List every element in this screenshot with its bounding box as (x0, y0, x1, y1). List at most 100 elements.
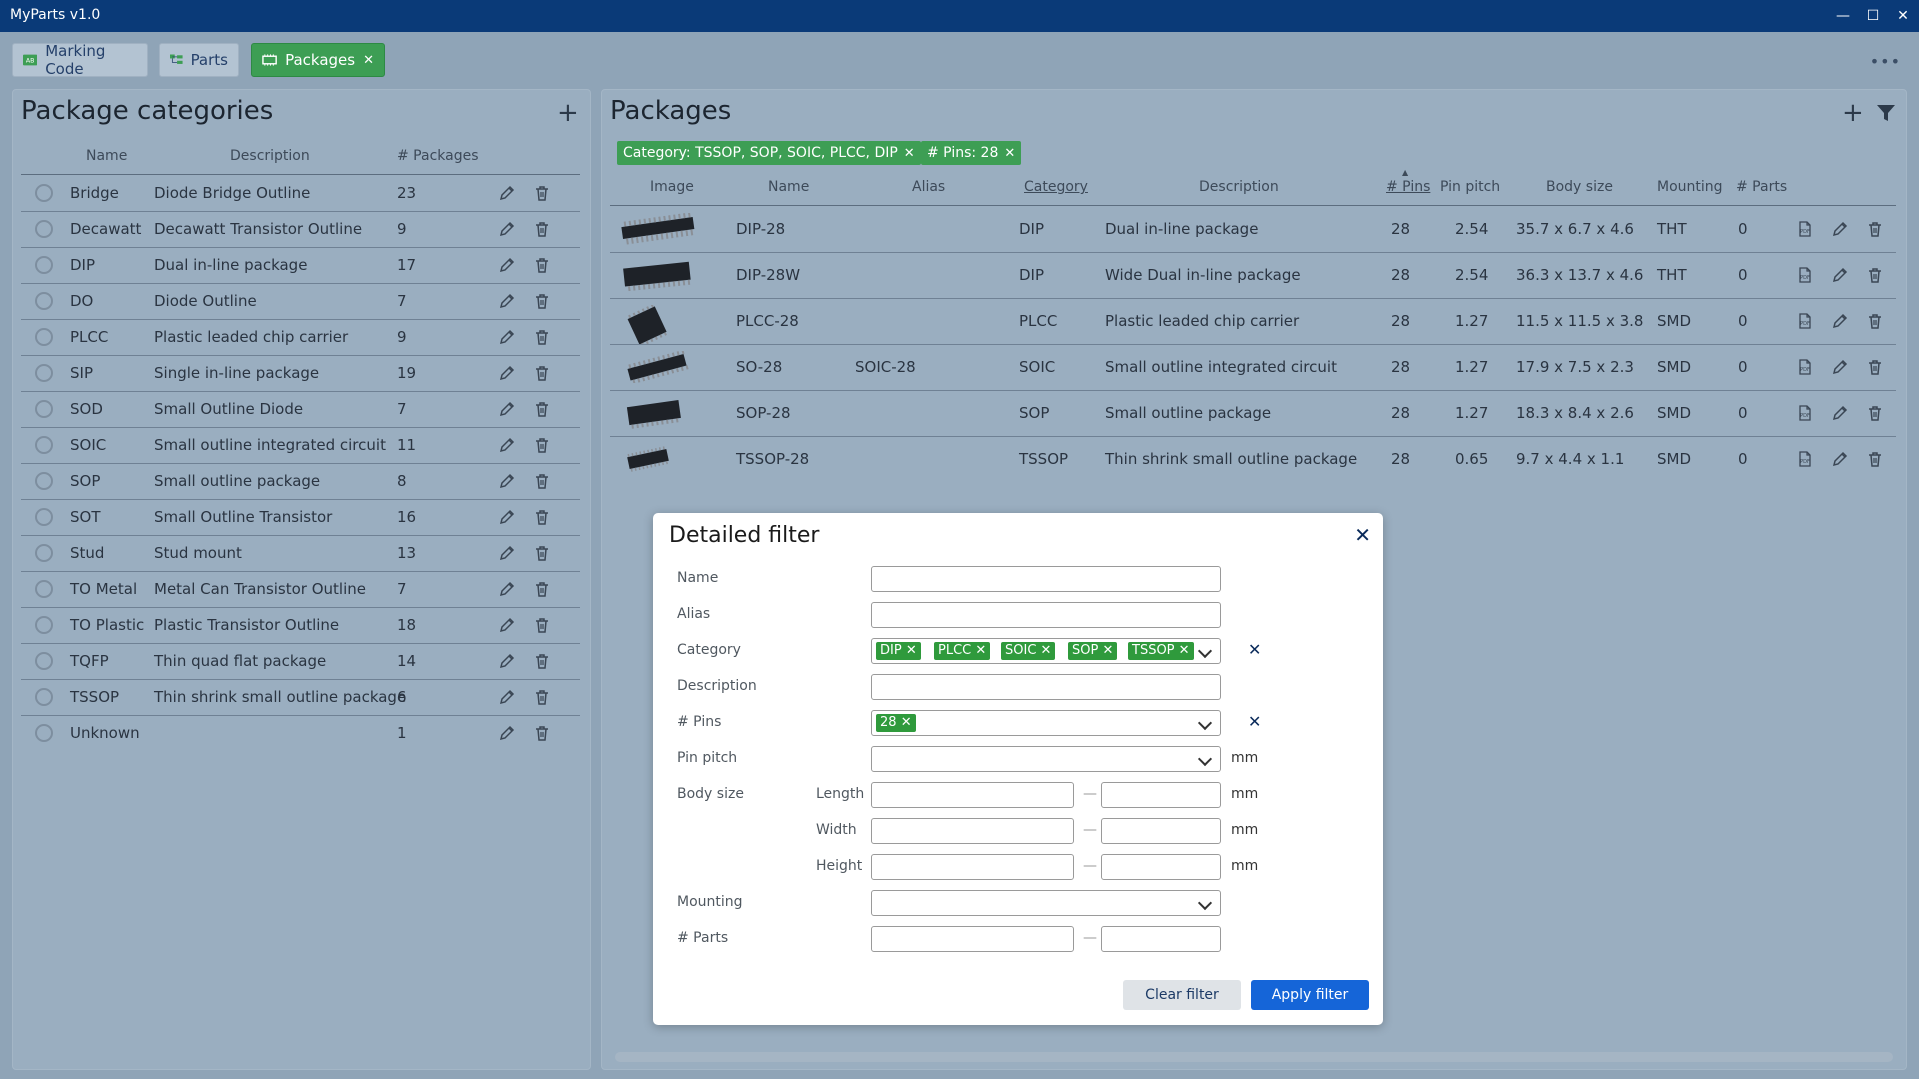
remove-chip-icon[interactable]: ✕ (1102, 643, 1113, 658)
tab-packages[interactable]: Packages ✕ (251, 43, 385, 77)
delete-icon[interactable] (534, 653, 550, 669)
remove-chip-icon[interactable]: ✕ (906, 643, 917, 658)
delete-icon[interactable] (534, 581, 550, 597)
category-row[interactable]: TO Metal Metal Can Transistor Outline 7 (21, 572, 580, 608)
clear-pins-icon[interactable]: ✕ (1248, 712, 1261, 731)
column-header-parts[interactable]: # Parts (1736, 179, 1787, 195)
remove-chip-icon[interactable]: ✕ (901, 715, 912, 730)
datasheet-icon[interactable]: PDF (1797, 267, 1813, 283)
remove-chip-icon[interactable]: ✕ (1041, 643, 1052, 658)
column-header-pins[interactable]: # Pins (1386, 179, 1430, 195)
category-row[interactable]: TO Plastic Plastic Transistor Outline 18 (21, 608, 580, 644)
package-row[interactable]: SOP-28 SOP Small outline package 28 1.27 18.3… (610, 391, 1896, 437)
width-max-input[interactable] (1101, 818, 1221, 844)
chevron-down-icon[interactable] (1197, 715, 1213, 731)
close-dialog-icon[interactable]: ✕ (1354, 523, 1371, 547)
clear-category-icon[interactable]: ✕ (1248, 640, 1261, 659)
add-package-icon[interactable]: + (1842, 100, 1864, 126)
delete-icon[interactable] (534, 437, 550, 453)
row-select-radio[interactable] (35, 292, 53, 310)
column-header-pitch[interactable]: Pin pitch (1440, 179, 1500, 195)
add-category-icon[interactable]: + (557, 100, 579, 126)
height-max-input[interactable] (1101, 854, 1221, 880)
remove-chip-icon[interactable]: ✕ (904, 146, 915, 161)
row-select-radio[interactable] (35, 184, 53, 202)
datasheet-icon[interactable]: PDF (1797, 221, 1813, 237)
delete-icon[interactable] (534, 725, 550, 741)
description-input[interactable] (871, 674, 1221, 700)
category-row[interactable]: SIP Single in-line package 19 (21, 356, 580, 392)
column-header-mounting[interactable]: Mounting (1657, 179, 1723, 195)
edit-icon[interactable] (1832, 313, 1848, 329)
category-row[interactable]: DIP Dual in-line package 17 (21, 248, 580, 284)
row-select-radio[interactable] (35, 616, 53, 634)
category-row[interactable]: SOP Small outline package 8 (21, 464, 580, 500)
delete-icon[interactable] (534, 329, 550, 345)
row-select-radio[interactable] (35, 220, 53, 238)
category-row[interactable]: Bridge Diode Bridge Outline 23 (21, 176, 580, 212)
row-select-radio[interactable] (35, 580, 53, 598)
category-chip-plcc[interactable]: PLCC ✕ (934, 642, 991, 660)
edit-icon[interactable] (499, 437, 515, 453)
clear-filter-button[interactable]: Clear filter (1123, 980, 1241, 1010)
length-max-input[interactable] (1101, 782, 1221, 808)
delete-icon[interactable] (1867, 359, 1883, 375)
delete-icon[interactable] (534, 473, 550, 489)
row-select-radio[interactable] (35, 472, 53, 490)
edit-icon[interactable] (1832, 267, 1848, 283)
maximize-button[interactable]: ☐ (1862, 5, 1884, 27)
height-min-input[interactable] (871, 854, 1074, 880)
category-row[interactable]: DO Diode Outline 7 (21, 284, 580, 320)
category-row[interactable]: TQFP Thin quad flat package 14 (21, 644, 580, 680)
row-select-radio[interactable] (35, 652, 53, 670)
package-row[interactable]: DIP-28W DIP Wide Dual in-line package 28 2.5… (610, 253, 1896, 299)
category-chip-tssop[interactable]: TSSOP ✕ (1128, 642, 1194, 660)
package-row[interactable]: DIP-28 DIP Dual in-line package 28 2.54 35.7 … (610, 207, 1896, 253)
mounting-select[interactable] (871, 890, 1221, 916)
pitch-select[interactable] (871, 746, 1221, 772)
delete-icon[interactable] (534, 401, 550, 417)
delete-icon[interactable] (534, 365, 550, 381)
edit-icon[interactable] (499, 401, 515, 417)
column-header-category[interactable]: Category (1024, 179, 1088, 195)
pins-multiselect[interactable]: 28 ✕ (871, 710, 1221, 736)
delete-icon[interactable] (534, 617, 550, 633)
edit-icon[interactable] (499, 221, 515, 237)
category-chip-soic[interactable]: SOIC ✕ (1001, 642, 1056, 660)
edit-icon[interactable] (499, 545, 515, 561)
delete-icon[interactable] (534, 689, 550, 705)
package-row[interactable]: TSSOP-28 TSSOP Thin shrink small outline p… (610, 437, 1896, 483)
name-input[interactable] (871, 566, 1221, 592)
width-min-input[interactable] (871, 818, 1074, 844)
edit-icon[interactable] (499, 725, 515, 741)
delete-icon[interactable] (534, 545, 550, 561)
category-row[interactable]: PLCC Plastic leaded chip carrier 9 (21, 320, 580, 356)
datasheet-icon[interactable]: PDF (1797, 313, 1813, 329)
close-tab-icon[interactable]: ✕ (363, 53, 374, 68)
edit-icon[interactable] (499, 581, 515, 597)
alias-input[interactable] (871, 602, 1221, 628)
delete-icon[interactable] (1867, 313, 1883, 329)
horizontal-scrollbar[interactable] (615, 1052, 1893, 1062)
length-min-input[interactable] (871, 782, 1074, 808)
column-header-count[interactable]: # Packages (397, 148, 479, 164)
row-select-radio[interactable] (35, 400, 53, 418)
datasheet-icon[interactable]: PDF (1797, 451, 1813, 467)
row-select-radio[interactable] (35, 328, 53, 346)
row-select-radio[interactable] (35, 544, 53, 562)
delete-icon[interactable] (534, 293, 550, 309)
tab-parts[interactable]: Parts (159, 43, 239, 77)
minimize-button[interactable]: — (1832, 5, 1854, 27)
datasheet-icon[interactable]: PDF (1797, 405, 1813, 421)
edit-icon[interactable] (499, 617, 515, 633)
column-header-description[interactable]: Description (230, 148, 310, 164)
edit-icon[interactable] (1832, 405, 1848, 421)
category-row[interactable]: Stud Stud mount 13 (21, 536, 580, 572)
chevron-down-icon[interactable] (1197, 643, 1213, 659)
filter-icon[interactable] (1876, 103, 1896, 123)
delete-icon[interactable] (1867, 221, 1883, 237)
delete-icon[interactable] (1867, 451, 1883, 467)
close-window-button[interactable]: ✕ (1892, 5, 1914, 27)
parts-max-input[interactable] (1101, 926, 1221, 952)
chevron-down-icon[interactable] (1197, 751, 1213, 767)
